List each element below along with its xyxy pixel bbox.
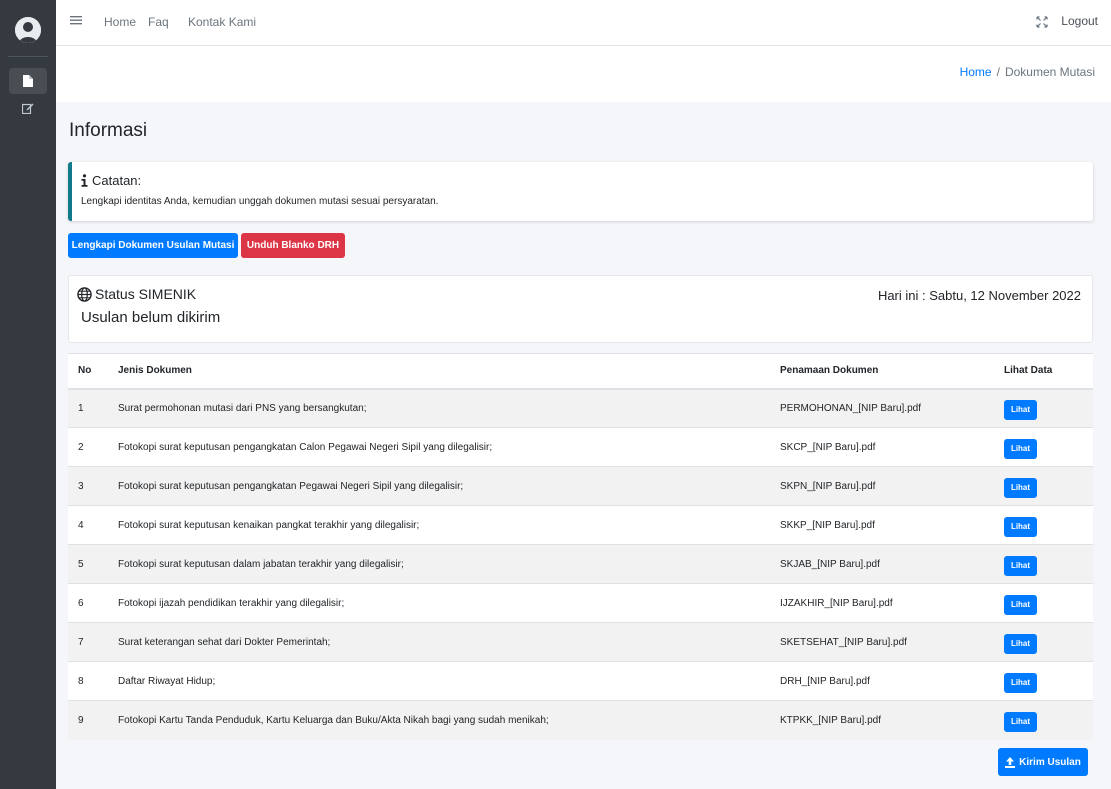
row-jenis: Fotokopi surat keputusan pengangkatan Ca… xyxy=(108,427,770,467)
lihat-button[interactable]: Lihat xyxy=(1004,712,1037,733)
header-lihat-data: Lihat Data xyxy=(994,353,1093,390)
row-nama: KTPKK_[NIP Baru].pdf xyxy=(770,700,994,740)
table-row: 3 Fotokopi surat keputusan pengangkatan … xyxy=(68,466,1093,506)
sidebar-item-edit[interactable] xyxy=(9,95,47,121)
callout-title: Catatan: xyxy=(92,173,142,188)
row-nama: IJZAKHIR_[NIP Baru].pdf xyxy=(770,583,994,623)
kirim-usulan-button[interactable]: Kirim Usulan xyxy=(998,748,1088,776)
table-row: 4 Fotokopi surat keputusan kenaikan pang… xyxy=(68,505,1093,545)
row-no: 9 xyxy=(68,700,108,740)
row-no: 8 xyxy=(68,661,108,701)
lihat-button[interactable]: Lihat xyxy=(1004,478,1037,498)
row-jenis: Fotokopi surat keputusan pengangkatan Pe… xyxy=(108,466,770,506)
table-header-row: No Jenis Dokumen Penamaan Dokumen Lihat … xyxy=(68,353,1093,390)
unduh-blanko-button[interactable]: Unduh Blanko DRH xyxy=(241,233,345,258)
lihat-button[interactable]: Lihat xyxy=(1004,517,1037,537)
nav-contact-link[interactable]: Kontak Kami xyxy=(188,15,256,29)
callout-text: Lengkapi identitas Anda, kemudian unggah… xyxy=(81,196,439,207)
sidebar-divider xyxy=(8,56,48,57)
row-nama: SKJAB_[NIP Baru].pdf xyxy=(770,544,994,584)
table-row: 1 Surat permohonan mutasi dari PNS yang … xyxy=(68,388,1093,428)
status-card: Status SIMENIK Usulan belum dikirim Hari… xyxy=(68,275,1093,343)
avatar[interactable] xyxy=(15,17,41,43)
table-row: 9 Fotokopi Kartu Tanda Penduduk, Kartu K… xyxy=(68,700,1093,740)
row-no: 3 xyxy=(68,466,108,506)
lihat-button[interactable]: Lihat xyxy=(1004,673,1037,693)
edit-icon xyxy=(22,103,34,114)
hamburger-icon[interactable] xyxy=(70,14,82,26)
sidebar-item-dokumen[interactable] xyxy=(9,68,47,94)
content-header: Home / Dokumen Mutasi xyxy=(56,46,1111,102)
nav-home-link[interactable]: Home xyxy=(104,15,136,29)
row-no: 5 xyxy=(68,544,108,584)
row-no: 4 xyxy=(68,505,108,545)
breadcrumb-separator: / xyxy=(996,65,1000,79)
row-nama: SKPN_[NIP Baru].pdf xyxy=(770,466,994,506)
expand-icon[interactable] xyxy=(1036,16,1048,28)
lengkapi-dokumen-button[interactable]: Lengkapi Dokumen Usulan Mutasi xyxy=(68,233,238,258)
table-row: 2 Fotokopi surat keputusan pengangkatan … xyxy=(68,427,1093,467)
lihat-button[interactable]: Lihat xyxy=(1004,439,1037,459)
row-jenis: Surat keterangan sehat dari Dokter Pemer… xyxy=(108,622,770,662)
row-jenis: Fotokopi Kartu Tanda Penduduk, Kartu Kel… xyxy=(108,700,770,740)
header-penamaan-dokumen: Penamaan Dokumen xyxy=(770,353,994,390)
info-callout: Catatan: Lengkapi identitas Anda, kemudi… xyxy=(68,162,1093,221)
row-nama: SKCP_[NIP Baru].pdf xyxy=(770,427,994,467)
page-title: Informasi xyxy=(69,120,148,141)
lihat-button[interactable]: Lihat xyxy=(1004,595,1037,615)
kirim-usulan-label: Kirim Usulan xyxy=(1019,756,1081,768)
table-row: 8 Daftar Riwayat Hidup; DRH_[NIP Baru].p… xyxy=(68,661,1093,701)
row-no: 2 xyxy=(68,427,108,467)
info-icon xyxy=(81,174,88,187)
header-no: No xyxy=(68,353,108,390)
nav-faq-link[interactable]: Faq xyxy=(148,15,169,29)
status-header: Status SIMENIK xyxy=(77,286,196,302)
file-icon xyxy=(23,75,33,87)
lihat-button[interactable]: Lihat xyxy=(1004,556,1037,576)
logout-link[interactable]: Logout xyxy=(1061,14,1098,28)
today-date: Hari ini : Sabtu, 12 November 2022 xyxy=(877,288,1081,303)
sidebar xyxy=(0,0,56,789)
status-subtitle: Usulan belum dikirim xyxy=(81,309,221,326)
row-no: 6 xyxy=(68,583,108,623)
row-jenis: Daftar Riwayat Hidup; xyxy=(108,661,770,701)
upload-icon xyxy=(1005,756,1016,768)
row-jenis: Fotokopi surat keputusan dalam jabatan t… xyxy=(108,544,770,584)
breadcrumb-current: Dokumen Mutasi xyxy=(1004,65,1095,79)
status-title: Status SIMENIK xyxy=(95,286,197,302)
row-nama: SKKP_[NIP Baru].pdf xyxy=(770,505,994,545)
row-nama: DRH_[NIP Baru].pdf xyxy=(770,661,994,701)
breadcrumb: Home / Dokumen Mutasi xyxy=(960,65,1095,79)
top-navbar: Home Faq Kontak Kami Logout xyxy=(56,0,1111,46)
table-row: 5 Fotokopi surat keputusan dalam jabatan… xyxy=(68,544,1093,584)
callout-header: Catatan: xyxy=(81,173,141,188)
lihat-button[interactable]: Lihat xyxy=(1004,634,1037,654)
row-nama: PERMOHONAN_[NIP Baru].pdf xyxy=(770,388,994,428)
table-row: 7 Surat keterangan sehat dari Dokter Pem… xyxy=(68,622,1093,662)
lihat-button[interactable]: Lihat xyxy=(1004,400,1037,421)
document-table: No Jenis Dokumen Penamaan Dokumen Lihat … xyxy=(68,353,1093,740)
table-row: 6 Fotokopi ijazah pendidikan terakhir ya… xyxy=(68,583,1093,623)
row-no: 1 xyxy=(68,388,108,428)
row-jenis: Surat permohonan mutasi dari PNS yang be… xyxy=(108,388,770,428)
row-nama: SKETSEHAT_[NIP Baru].pdf xyxy=(770,622,994,662)
globe-icon xyxy=(77,286,92,302)
user-avatar-icon xyxy=(15,17,41,43)
header-jenis-dokumen: Jenis Dokumen xyxy=(108,353,770,390)
row-no: 7 xyxy=(68,622,108,662)
row-jenis: Fotokopi ijazah pendidikan terakhir yang… xyxy=(108,583,770,623)
breadcrumb-home-link[interactable]: Home xyxy=(960,65,992,79)
row-jenis: Fotokopi surat keputusan kenaikan pangka… xyxy=(108,505,770,545)
